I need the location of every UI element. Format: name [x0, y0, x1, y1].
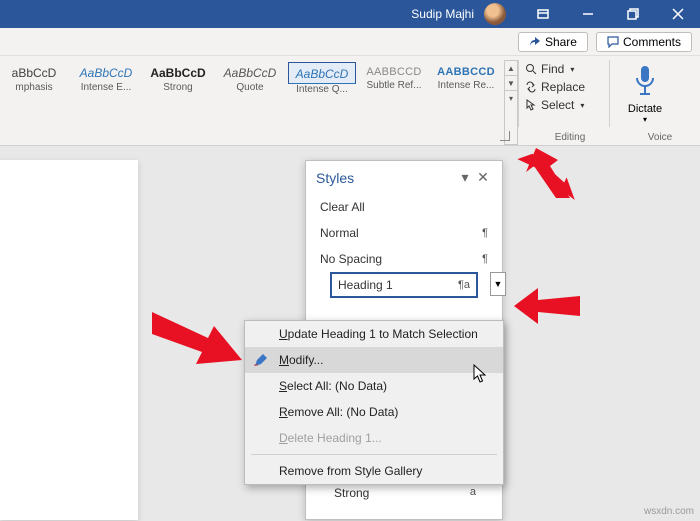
mic-icon: [632, 64, 658, 98]
share-bar: Share Comments: [0, 28, 700, 56]
style-chip[interactable]: AaBbCcDIntense E...: [72, 62, 140, 93]
document-page[interactable]: [0, 160, 138, 520]
select-button[interactable]: Select▾: [525, 96, 603, 114]
share-button[interactable]: Share: [518, 32, 588, 52]
select-icon: [525, 99, 537, 111]
find-icon: [525, 63, 537, 75]
window-minimize[interactable]: [565, 0, 610, 28]
dictate-button[interactable]: Dictate ▾: [610, 64, 680, 124]
menu-remove-from-gallery[interactable]: Remove from Style Gallery: [245, 458, 503, 484]
styles-pane-title: Styles: [316, 170, 354, 186]
gallery-up-icon[interactable]: ▲: [505, 61, 517, 76]
share-icon: [529, 36, 541, 48]
modify-icon: [253, 352, 269, 368]
style-context-menu: Update Heading 1 to Match Selection Modi…: [244, 320, 504, 485]
voice-group-label: Voice: [630, 132, 690, 143]
style-chip[interactable]: AABBCCDSubtle Ref...: [360, 62, 428, 91]
ribbon-display-options[interactable]: [520, 0, 565, 28]
style-normal[interactable]: Normal¶: [306, 220, 502, 246]
mouse-cursor-icon: [473, 364, 487, 384]
share-label: Share: [545, 35, 577, 49]
linked-style-icon: ¶a: [458, 279, 470, 291]
style-chip[interactable]: aBbCcDmphasis: [0, 62, 68, 93]
annotation-arrow-right: [514, 288, 580, 329]
styles-gallery[interactable]: aBbCcDmphasisAaBbCcDIntense E...AaBbCcDS…: [0, 56, 504, 145]
watermark: wsxdn.com: [644, 506, 694, 517]
menu-separator: [251, 454, 497, 455]
comments-icon: [607, 36, 619, 48]
annotation-arrow-left: [152, 312, 242, 373]
ribbon: aBbCcDmphasisAaBbCcDIntense E...AaBbCcDS…: [0, 56, 700, 146]
style-heading-1[interactable]: Heading 1¶a: [330, 272, 478, 298]
style-chip[interactable]: AaBbCcDStrong: [144, 62, 212, 93]
annotation-arrow-top: [516, 148, 576, 209]
paragraph-icon: ¶: [482, 227, 488, 239]
window-close[interactable]: [655, 0, 700, 28]
replace-button[interactable]: Replace: [525, 78, 603, 96]
menu-delete: Delete Heading 1...: [245, 425, 503, 451]
menu-modify[interactable]: Modify...: [245, 347, 503, 373]
style-no-spacing[interactable]: No Spacing¶: [306, 246, 502, 272]
user-avatar[interactable]: [484, 3, 506, 25]
annotation-arrow-1: [512, 150, 572, 215]
style-strong[interactable]: Stronga: [320, 486, 490, 500]
comments-button[interactable]: Comments: [596, 32, 692, 52]
menu-update-to-match[interactable]: Update Heading 1 to Match Selection: [245, 321, 503, 347]
menu-select-all[interactable]: Select All: (No Data): [245, 373, 503, 399]
style-chip[interactable]: AaBbCcDIntense Q...: [288, 62, 356, 95]
user-name: Sudip Majhi: [411, 7, 474, 21]
find-button[interactable]: Find▾: [525, 60, 603, 78]
style-chip[interactable]: AABBCCDIntense Re...: [432, 62, 500, 91]
style-clear-all[interactable]: Clear All: [306, 194, 502, 220]
styles-dialog-launcher[interactable]: [500, 131, 510, 141]
style-chip[interactable]: AaBbCcDQuote: [216, 62, 284, 93]
window-restore[interactable]: [610, 0, 655, 28]
gallery-more-icon[interactable]: ▾: [505, 91, 517, 106]
editing-group-label: Editing: [530, 132, 610, 143]
menu-remove-all[interactable]: Remove All: (No Data): [245, 399, 503, 425]
replace-icon: [525, 81, 537, 93]
titlebar: Sudip Majhi: [0, 0, 700, 28]
pane-options-icon[interactable]: ▾: [456, 169, 474, 186]
pane-close-icon[interactable]: ✕: [474, 169, 492, 186]
gallery-down-icon[interactable]: ▼: [505, 76, 517, 91]
paragraph-icon: ¶: [482, 253, 488, 265]
style-dropdown-button[interactable]: ▼: [490, 272, 506, 296]
comments-label: Comments: [623, 35, 681, 49]
character-style-icon: a: [470, 486, 476, 500]
